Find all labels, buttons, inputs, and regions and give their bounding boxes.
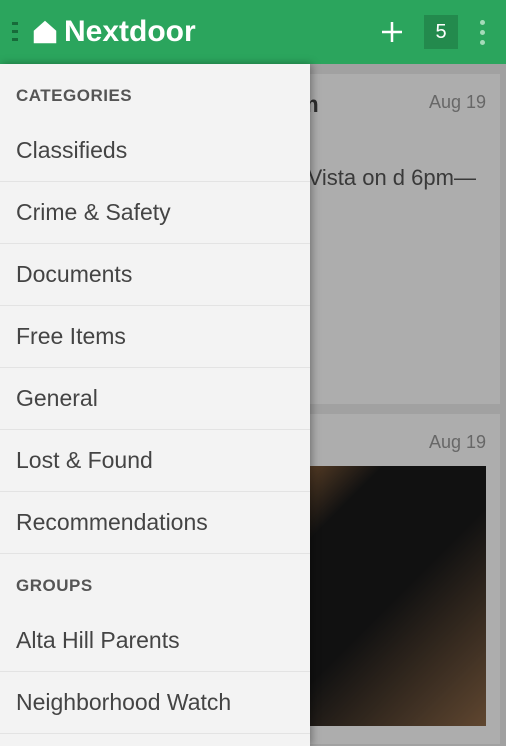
sidebar-item-neighborhood-watch[interactable]: Neighborhood Watch bbox=[0, 672, 310, 734]
sidebar-item-recommendations[interactable]: Recommendations bbox=[0, 492, 310, 554]
app-header: Nextdoor 5 bbox=[0, 0, 506, 64]
overflow-menu-button[interactable] bbox=[466, 8, 498, 56]
navigation-drawer: CATEGORIES Classifieds Crime & Safety Do… bbox=[0, 64, 310, 746]
drawer-section-header-categories: CATEGORIES bbox=[0, 64, 310, 120]
notification-badge[interactable]: 5 bbox=[424, 15, 458, 49]
overflow-icon bbox=[480, 20, 485, 25]
sidebar-item-lost-found[interactable]: Lost & Found bbox=[0, 430, 310, 492]
brand-logo: Nextdoor bbox=[30, 15, 196, 49]
menu-button[interactable] bbox=[4, 0, 26, 64]
sidebar-item-alta-hill-parents[interactable]: Alta Hill Parents bbox=[0, 610, 310, 672]
house-icon bbox=[30, 17, 60, 47]
plus-icon bbox=[377, 17, 407, 47]
sidebar-item-classifieds[interactable]: Classifieds bbox=[0, 120, 310, 182]
sidebar-item-general[interactable]: General bbox=[0, 368, 310, 430]
sidebar-item-free-items[interactable]: Free Items bbox=[0, 306, 310, 368]
drawer-section-header-groups: GROUPS bbox=[0, 554, 310, 610]
sidebar-item-crime-safety[interactable]: Crime & Safety bbox=[0, 182, 310, 244]
sidebar-item-pet-owners[interactable]: Pet Owners bbox=[0, 734, 310, 746]
sidebar-item-documents[interactable]: Documents bbox=[0, 244, 310, 306]
compose-button[interactable] bbox=[368, 8, 416, 56]
brand-name: Nextdoor bbox=[64, 15, 196, 49]
